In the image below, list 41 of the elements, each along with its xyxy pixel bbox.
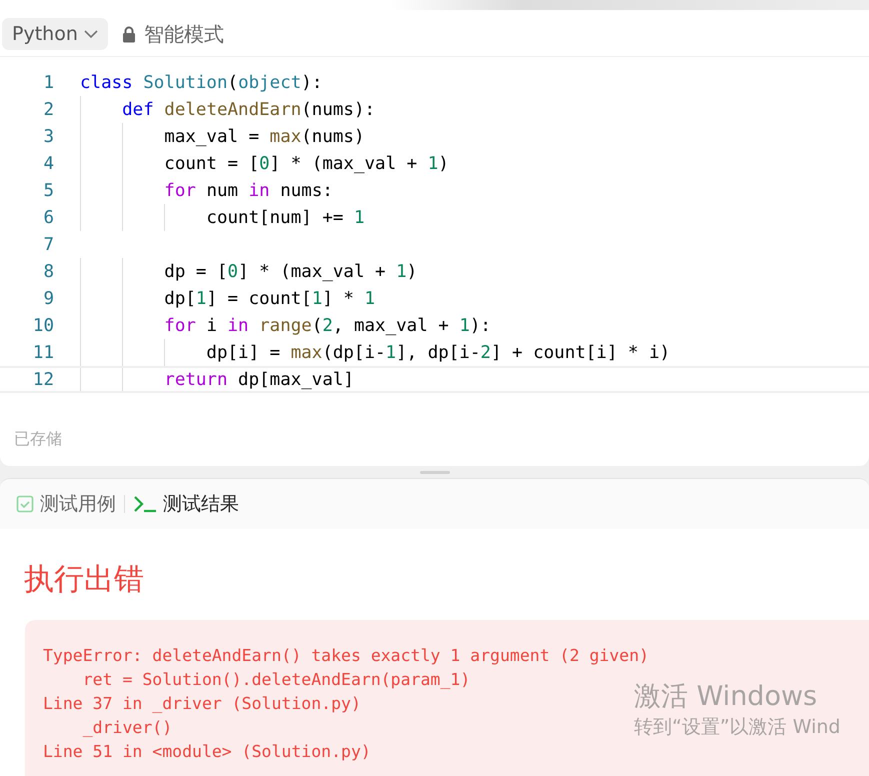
result-title: 执行出错 xyxy=(24,561,145,599)
activation-title: 激活 Windows xyxy=(634,680,818,714)
terminal-icon xyxy=(133,495,157,513)
line-number: 1 xyxy=(42,72,55,92)
line-number: 3 xyxy=(42,126,55,146)
code-line: count[num] += 1 xyxy=(205,208,364,228)
error-line: TypeError: deleteAndEarn() takes exactly 1 argument (2 given) xyxy=(43,645,649,667)
code-line: class Solution(object): xyxy=(80,72,322,92)
code-line: count = [0] * (max_val + 1) xyxy=(163,154,449,174)
activation-subtitle: 转到“设置”以激活 Wind xyxy=(634,715,840,740)
code-line: for num in nums: xyxy=(163,180,333,200)
error-line: _driver() xyxy=(82,717,172,739)
line-number: 6 xyxy=(42,208,55,228)
mode-label: 智能模式 xyxy=(144,20,224,48)
line-number: 2 xyxy=(42,100,55,120)
resize-handle[interactable] xyxy=(420,470,450,474)
panel-tab[interactable]: 测试结果 xyxy=(133,491,239,517)
line-number: 7 xyxy=(42,234,55,254)
error-line: ret = Solution().deleteAndEarn(param_1) xyxy=(82,669,470,691)
code-line: def deleteAndEarn(nums): xyxy=(121,100,376,120)
code-line: max_val = max(nums) xyxy=(163,126,364,146)
line-number: 11 xyxy=(32,342,55,362)
error-line: Line 37 in _driver (Solution.py) xyxy=(43,693,361,715)
line-number: 4 xyxy=(42,154,55,174)
save-status: 已存储 xyxy=(14,429,62,450)
line-number: 8 xyxy=(42,262,55,282)
line-number: 5 xyxy=(42,180,55,200)
code-line: dp[i] = max(dp[i-1], dp[i-2] + count[i] * i) xyxy=(205,342,670,362)
error-line: Line 51 in <module> (Solution.py) xyxy=(43,741,371,763)
code-line: for i in range(2, max_val + 1): xyxy=(163,316,491,336)
language-dropdown[interactable]: Python xyxy=(2,18,108,50)
code-line: return dp[max_val] xyxy=(163,370,354,390)
code-line: dp = [0] * (max_val + 1) xyxy=(163,262,418,282)
line-number: 10 xyxy=(32,316,55,336)
line-number: 9 xyxy=(42,288,55,308)
line-number: 12 xyxy=(32,370,55,390)
lock-icon xyxy=(122,26,136,42)
checkbox-icon xyxy=(16,495,34,513)
chevron-down-icon xyxy=(84,30,98,38)
code-line: dp[1] = count[1] * 1 xyxy=(163,288,376,308)
panel-tab[interactable]: 测试用例 xyxy=(16,491,116,517)
